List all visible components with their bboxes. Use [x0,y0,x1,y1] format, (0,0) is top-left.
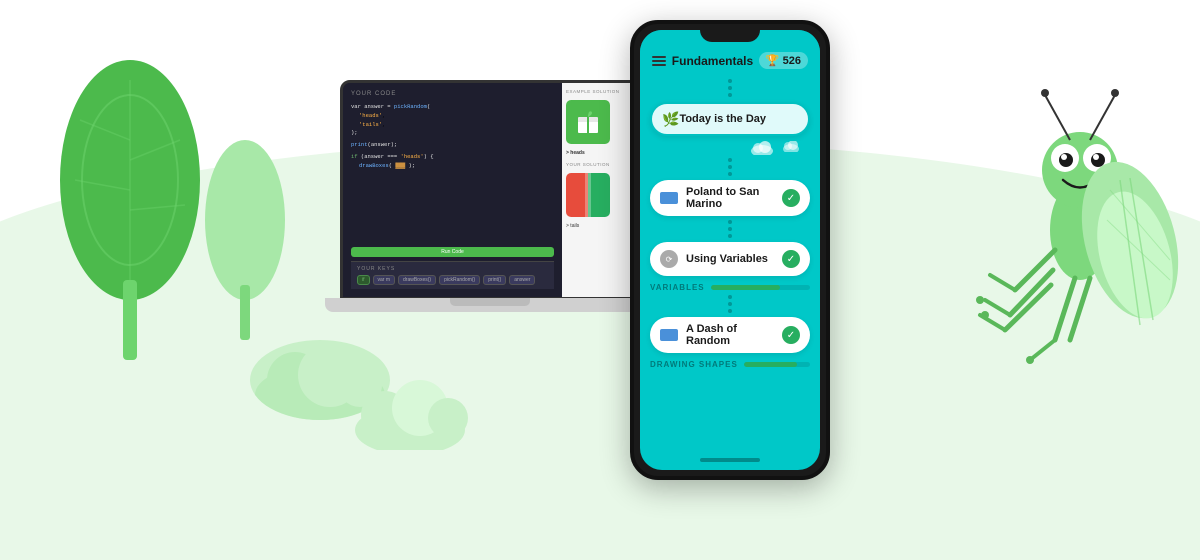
tree-big [50,60,210,360]
section-label-drawing: DRAWING SHAPES [650,360,810,369]
lesson-pill-variables[interactable]: ⟳ Using Variables ✓ [650,242,810,276]
leaf-emoji: 🌿 [662,111,679,128]
variables-progress-bg [711,285,810,290]
tree-canopy [60,60,200,300]
lesson-pill-today[interactable]: 🌿 Today is the Day [650,102,810,136]
key-print[interactable]: print() [483,275,506,285]
example-block [566,100,610,144]
small-tree-canopy [205,140,285,300]
phone-screen: Fundamentals 🏆 526 🌿 Today is the Day [640,30,820,470]
tree-small [200,140,290,340]
code-label: YOUR CODE [351,91,396,97]
lesson-icon-poland [660,192,678,204]
hamburger-icon[interactable] [652,56,666,66]
code-line-7: drawBoxes( ▓▓▓ ); [351,162,554,171]
keys-label: YOUR KEYS [357,266,548,272]
cloud-small-1 [750,141,774,155]
phone-bottom-hint [700,458,760,462]
scene: YOUR CODE var answer = pickRandom( 'head… [0,0,1200,500]
connector-top [650,79,810,97]
lesson-icon-variables: ⟳ [660,250,678,268]
laptop-base [325,298,655,312]
key-pickrandom[interactable]: pickRandom() [439,275,480,285]
laptop: YOUR CODE var answer = pickRandom( 'head… [340,80,660,340]
example-label: EXAMPLE SOLUTION [566,89,633,94]
code-line-3: 'tails', [351,121,554,130]
phone-title: Fundamentals [672,54,753,68]
lesson-label-today: Today is the Day [679,113,798,125]
code-line-6: if (answer === 'heads') { [351,153,554,162]
code-line-2: 'heads', [351,112,554,121]
code-line-1: var answer = pickRandom( [351,103,554,112]
example-icon [574,108,602,136]
your-solution-label: YOUR SOLUTION [566,162,633,167]
key-pills: if var m drawBoxes() pickRandom() print(… [357,275,548,285]
phone-clouds [650,141,810,155]
code-line-4: ); [351,129,554,138]
phone-notch [700,24,760,42]
lesson-icon-dash [660,329,678,341]
lesson-pill-poland[interactable]: Poland to San Marino ✓ [650,180,810,216]
solution-block [566,173,610,217]
phone: Fundamentals 🏆 526 🌿 Today is the Day [630,20,830,480]
keys-panel: YOUR KEYS if var m drawBoxes() pickRando… [351,261,554,289]
output-tails: > tails [566,223,633,229]
section-label-variables: VARIABLES [650,283,810,292]
tree-trunk [123,280,137,360]
cloud-small-2 [782,141,800,152]
code-line-5: print(answer); [351,141,554,150]
check-badge-poland: ✓ [782,189,800,207]
lesson-label-variables: Using Variables [686,253,782,265]
key-var[interactable]: var m [373,275,396,285]
lesson-pill-dash[interactable]: A Dash of Random ✓ [650,317,810,353]
score-number: 526 [783,55,801,67]
score-badge: 🏆 526 [759,52,808,69]
check-badge-variables: ✓ [782,250,800,268]
drawing-progress-fill [744,362,797,367]
small-tree-trunk [240,285,250,340]
lesson-label-dash: A Dash of Random [686,323,782,347]
screen-content: YOUR CODE var answer = pickRandom( 'head… [343,83,637,297]
cloud-center [350,380,470,450]
connector-1 [650,158,810,176]
right-panel: EXAMPLE SOLUTION > heads YOUR SOLUTION [562,83,637,297]
check-badge-dash: ✓ [782,326,800,344]
trophy-icon: 🏆 [766,54,780,67]
key-if[interactable]: if [357,275,370,285]
tree-lines [60,60,200,300]
output-heads: > heads [566,150,633,156]
phone-content: 🌿 Today is the Day Poland to [640,77,820,371]
key-drawboxes[interactable]: drawBoxes() [398,275,436,285]
lesson-label-poland: Poland to San Marino [686,186,782,210]
connector-2 [650,220,810,238]
key-answer[interactable]: answer [509,275,535,285]
variables-progress-fill [711,285,781,290]
laptop-screen: YOUR CODE var answer = pickRandom( 'head… [340,80,640,300]
run-code-button[interactable]: Run Code [351,247,554,257]
grasshopper-character [975,30,1185,470]
connector-3 [650,295,810,313]
drawing-progress-bg [744,362,810,367]
